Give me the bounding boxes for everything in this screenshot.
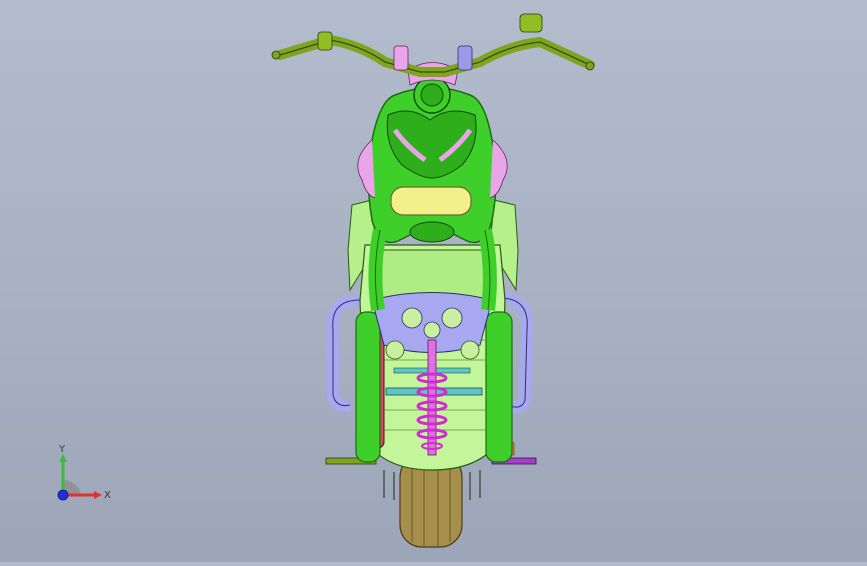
right-side-fork xyxy=(485,311,513,463)
z-axis-dot-icon xyxy=(57,489,69,501)
x-axis-label: X xyxy=(104,490,111,501)
brake-disc xyxy=(355,311,385,463)
motorcycle-model[interactable] xyxy=(0,0,867,562)
3d-viewport[interactable] xyxy=(0,0,867,562)
coordinate-triad: Y X xyxy=(48,440,118,510)
y-axis-label: Y xyxy=(58,444,66,455)
fuel-tank xyxy=(390,186,472,216)
